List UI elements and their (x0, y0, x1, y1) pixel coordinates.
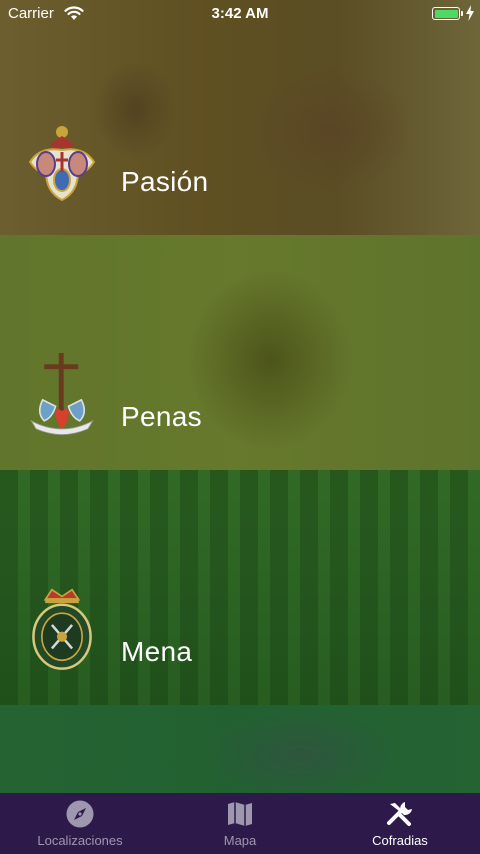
row-color-overlay (0, 705, 480, 793)
cofradia-row-pasion[interactable]: Pasión (0, 0, 480, 235)
tab-mapa[interactable]: Mapa (160, 793, 320, 854)
status-time: 3:42 AM (211, 5, 269, 22)
tab-label: Cofradias (372, 833, 428, 848)
compass-icon (66, 800, 94, 828)
mena-crest-icon (32, 588, 92, 670)
map-icon (228, 802, 252, 826)
tab-label: Localizaciones (37, 833, 123, 848)
cofradia-name: Mena (121, 636, 193, 667)
battery-icon (432, 7, 463, 20)
status-bar: Carrier 3:42 AM (0, 0, 480, 28)
cofradia-name: Penas (121, 401, 202, 432)
cofradia-row-mena[interactable]: Mena (0, 470, 480, 705)
charging-bolt-icon (466, 5, 474, 21)
tab-bar: Localizaciones Mapa Cofradias (0, 793, 480, 854)
cofradia-name: Pasión (121, 166, 209, 197)
tab-localizaciones[interactable]: Localizaciones (0, 793, 160, 854)
tab-label: Mapa (223, 833, 257, 848)
cofradia-row-penas[interactable]: Penas (0, 235, 480, 470)
cofradia-row-partial[interactable] (0, 705, 480, 793)
tools-icon (387, 802, 412, 826)
battery-level (434, 9, 458, 18)
pasion-crest-icon (28, 126, 96, 202)
penas-crest-icon (30, 353, 94, 435)
tab-cofradias[interactable]: Cofradias (320, 793, 480, 854)
